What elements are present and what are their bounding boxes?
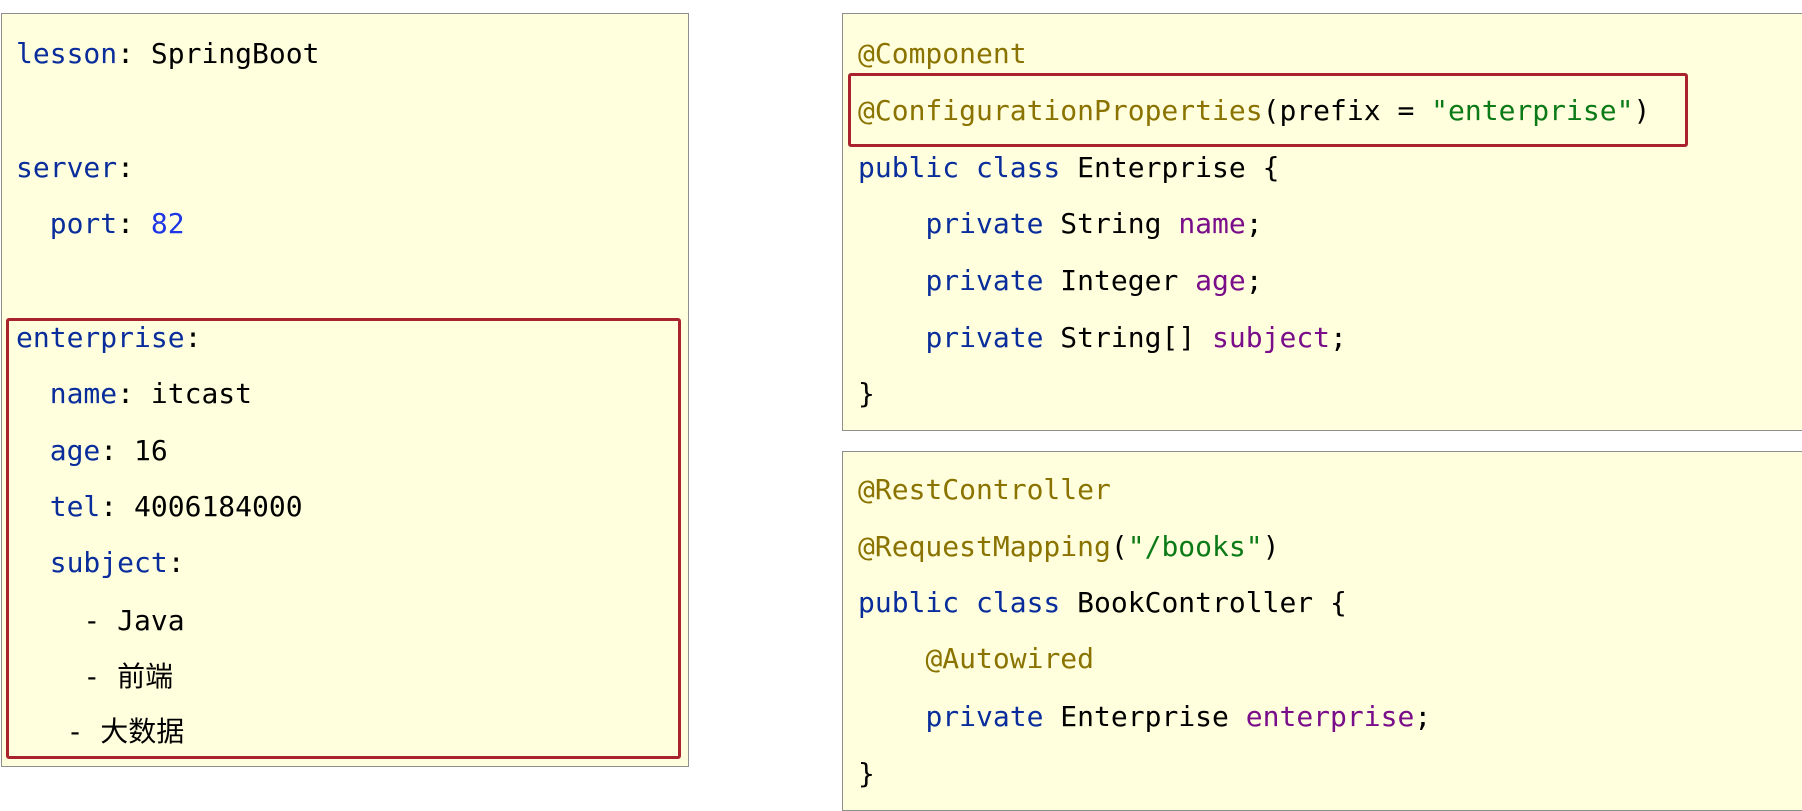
yaml-line: server: [16, 151, 135, 184]
code-line: } [858, 377, 875, 410]
configuration-properties-highlight [848, 73, 1688, 147]
yaml-line: port: 82 [49, 207, 185, 240]
book-controller-panel: @RestController @RequestMapping("/books"… [842, 451, 1802, 811]
enterprise-class-panel: @Component @ConfigurationProperties(pref… [842, 13, 1802, 431]
code-line: private String name; [925, 207, 1263, 240]
code-line: @RequestMapping("/books") [858, 530, 1280, 563]
code-line: @Autowired [925, 642, 1095, 675]
code-line: public class Enterprise { [858, 151, 1280, 184]
enterprise-block-highlight [6, 318, 681, 759]
code-line: public class BookController { [858, 586, 1347, 619]
code-line: @RestController [858, 473, 1111, 506]
code-line: private String[] subject; [925, 321, 1347, 354]
yaml-config-panel: lesson: SpringBoot server: port: 82 ente… [1, 13, 689, 767]
code-line: private Integer age; [925, 264, 1263, 297]
code-line: } [858, 757, 875, 790]
yaml-line: lesson: SpringBoot [16, 37, 320, 70]
code-line: private Enterprise enterprise; [925, 700, 1432, 733]
